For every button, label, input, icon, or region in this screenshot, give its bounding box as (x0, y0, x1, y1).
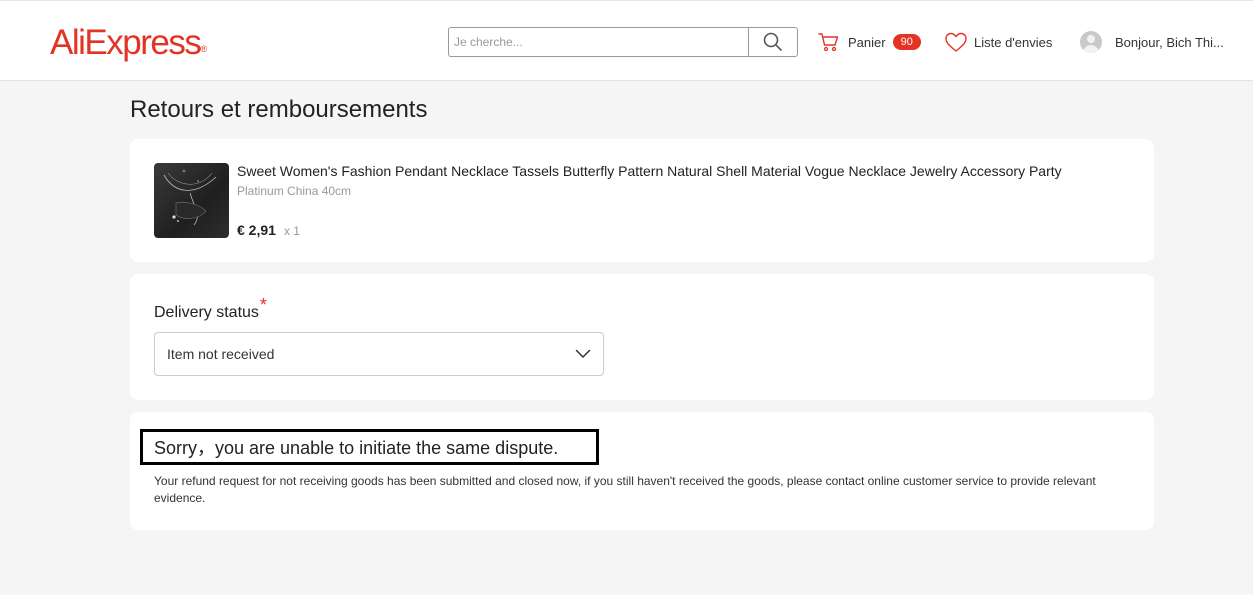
product-quantity: x 1 (283, 224, 300, 238)
product-title[interactable]: Sweet Women's Fashion Pendant Necklace T… (237, 163, 1062, 179)
cart-count-badge: 90 (892, 34, 921, 50)
delivery-status-select[interactable]: Item not received (154, 332, 604, 376)
aliexpress-logo[interactable]: AliExpress® (50, 23, 207, 63)
chevron-down-icon (575, 349, 591, 358)
search-input[interactable] (448, 27, 748, 57)
delivery-status-value: Item not received (167, 346, 275, 362)
search-bar (448, 27, 798, 57)
product-price: € 2,91 (237, 222, 276, 238)
dispute-notice-card: Sorry，you are unable to initiate the sam… (130, 412, 1154, 530)
search-icon (763, 32, 782, 51)
product-price-row: € 2,91 x 1 (237, 222, 300, 238)
required-asterisk: * (259, 295, 267, 315)
product-variant: Platinum China 40cm (237, 184, 352, 198)
wishlist-label: Liste d'envies (974, 34, 1053, 50)
search-button[interactable] (748, 27, 798, 57)
cart-icon (818, 33, 839, 52)
notice-title: Sorry，you are unable to initiate the sam… (154, 438, 559, 458)
delivery-status-label: Delivery status* (154, 295, 267, 321)
heart-icon (945, 32, 967, 52)
wishlist-link[interactable]: Liste d'envies (944, 29, 1052, 55)
delivery-status-card: Delivery status* Item not received (130, 274, 1154, 400)
cart-link[interactable]: Panier 90 (818, 29, 921, 55)
product-thumbnail[interactable] (154, 163, 229, 238)
account-greeting: Bonjour, Bich Thi... (1115, 34, 1224, 50)
account-menu[interactable]: Bonjour, Bich Thi... (1080, 29, 1224, 55)
notice-description: Your refund request for not receiving go… (154, 474, 1096, 505)
product-card: Sweet Women's Fashion Pendant Necklace T… (130, 139, 1154, 262)
avatar (1080, 31, 1102, 53)
notice-highlight-box: Sorry，you are unable to initiate the sam… (140, 429, 599, 465)
cart-label: Panier (848, 34, 886, 50)
necklace-image-icon (163, 169, 217, 226)
header: AliExpress® Panier 90 Liste d'envies Bon… (0, 0, 1253, 81)
page-title: Retours et remboursements (130, 96, 428, 123)
